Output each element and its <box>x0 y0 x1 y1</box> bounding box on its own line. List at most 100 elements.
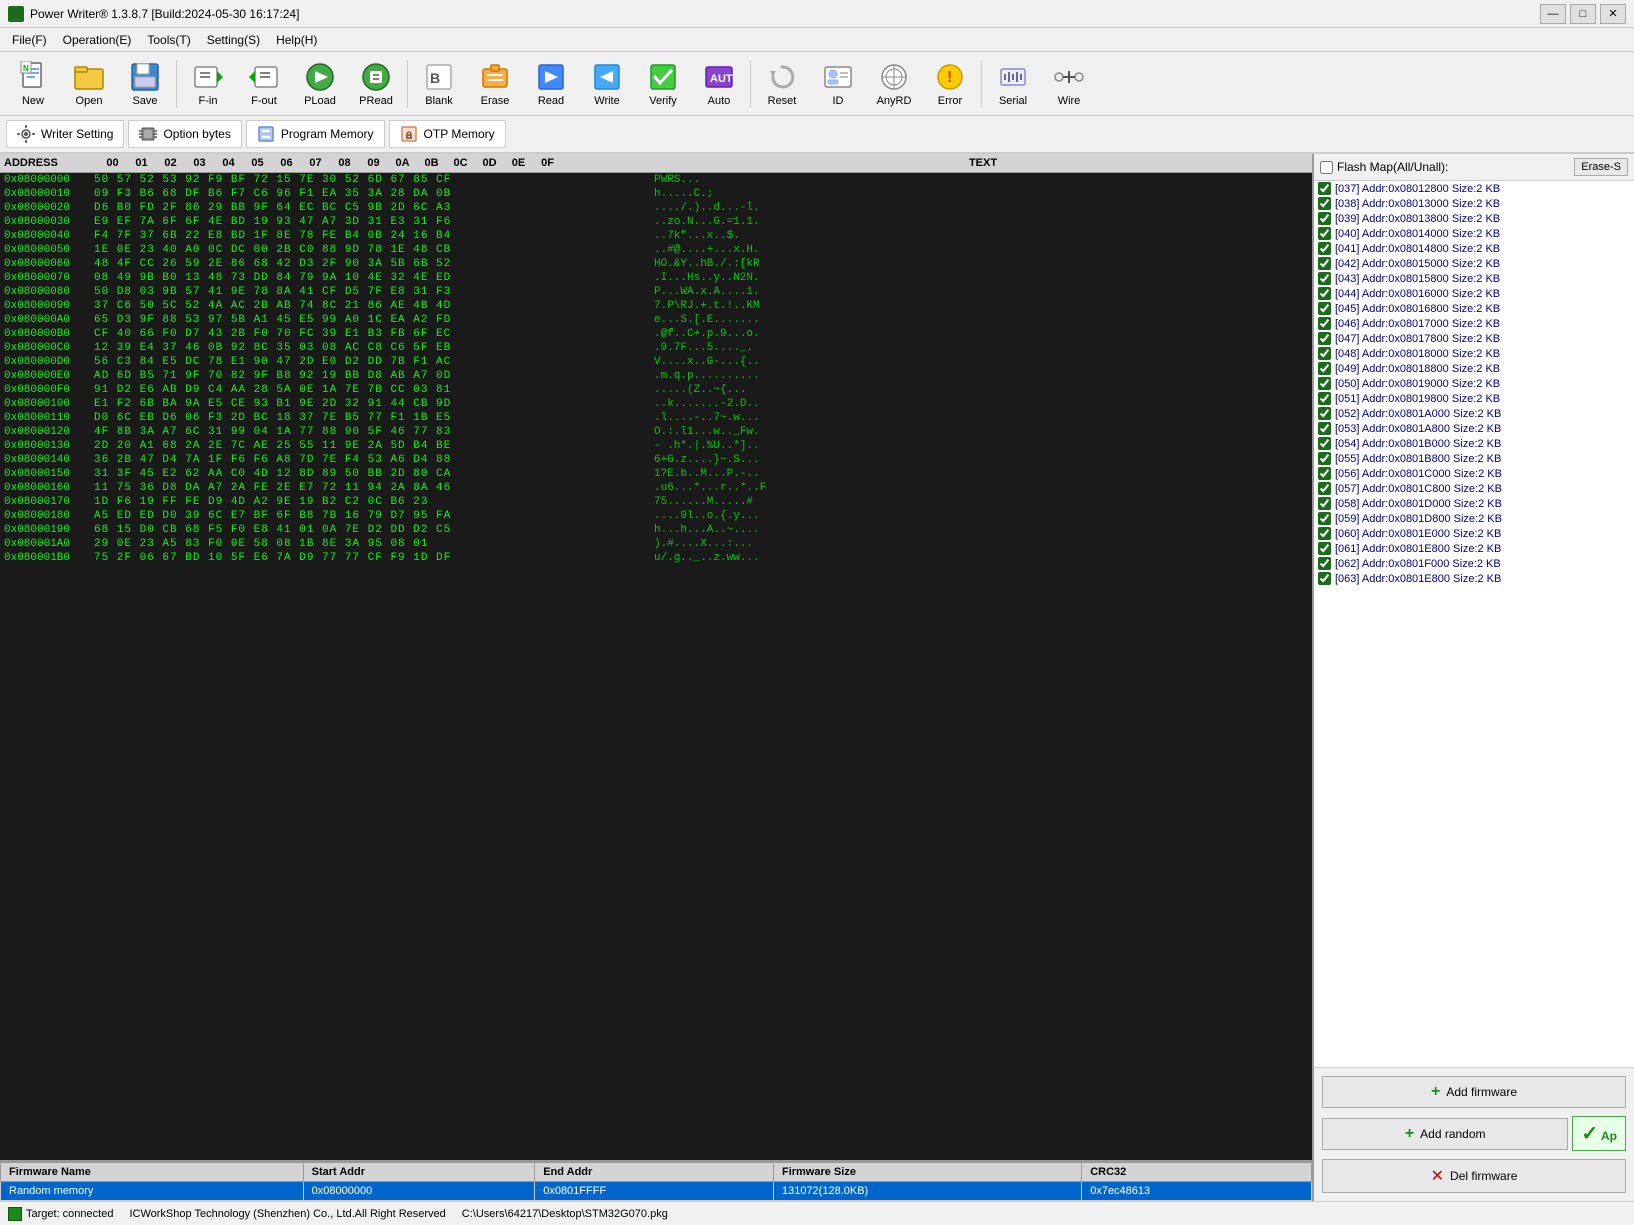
id-button[interactable]: ID <box>811 56 865 112</box>
flash-item-checkbox[interactable] <box>1318 392 1331 405</box>
flash-item-checkbox[interactable] <box>1318 377 1331 390</box>
flash-item-checkbox[interactable] <box>1318 182 1331 195</box>
flash-item[interactable]: [039] Addr:0x08013800 Size:2 KB <box>1314 211 1634 226</box>
menu-operation[interactable]: Operation(E) <box>55 31 140 49</box>
hex-row[interactable]: 0x0800001009 F3 B6 68 DF B6 F7 C6 96 F1 … <box>0 187 1312 201</box>
flash-item-checkbox[interactable] <box>1318 197 1331 210</box>
hex-row[interactable]: 0x080001A029 0E 23 A5 83 F0 0E 58 08 1B … <box>0 537 1312 551</box>
flash-item[interactable]: [046] Addr:0x08017000 Size:2 KB <box>1314 316 1634 331</box>
flash-item[interactable]: [061] Addr:0x0801E800 Size:2 KB <box>1314 541 1634 556</box>
program-memory-button[interactable]: Program Memory <box>246 120 385 148</box>
hex-row[interactable]: 0x080000B0CF 40 66 F0 D7 43 2B F0 70 FC … <box>0 327 1312 341</box>
flash-item-checkbox[interactable] <box>1318 542 1331 555</box>
hex-row[interactable]: 0x08000020D6 B0 FD 2F 86 29 BB 9F 64 EC … <box>0 201 1312 215</box>
del-firmware-button[interactable]: ✕ Del firmware <box>1322 1159 1626 1193</box>
flash-item[interactable]: [038] Addr:0x08013000 Size:2 KB <box>1314 196 1634 211</box>
flash-item[interactable]: [040] Addr:0x08014000 Size:2 KB <box>1314 226 1634 241</box>
flash-item-checkbox[interactable] <box>1318 452 1331 465</box>
fout-button[interactable]: F-out <box>237 56 291 112</box>
read-button[interactable]: Read <box>524 56 578 112</box>
menu-file[interactable]: File(F) <box>4 31 55 49</box>
hex-row[interactable]: 0x080001204F 8B 3A A7 6C 31 99 04 1A 77 … <box>0 425 1312 439</box>
flash-item[interactable]: [054] Addr:0x0801B000 Size:2 KB <box>1314 436 1634 451</box>
flash-item-checkbox[interactable] <box>1318 527 1331 540</box>
hex-row[interactable]: 0x08000180A5 ED ED D0 39 6C E7 BF 6F B8 … <box>0 509 1312 523</box>
flash-item-checkbox[interactable] <box>1318 362 1331 375</box>
hex-row[interactable]: 0x0800007008 49 9B B0 13 48 73 DD 84 79 … <box>0 271 1312 285</box>
flash-item-checkbox[interactable] <box>1318 407 1331 420</box>
flash-item-checkbox[interactable] <box>1318 302 1331 315</box>
hex-row[interactable]: 0x08000100E1 F2 6B BA 9A E5 CE 93 B1 9E … <box>0 397 1312 411</box>
close-button[interactable]: ✕ <box>1600 4 1626 24</box>
verify-button[interactable]: Verify <box>636 56 690 112</box>
flash-item[interactable]: [041] Addr:0x08014800 Size:2 KB <box>1314 241 1634 256</box>
flash-item[interactable]: [044] Addr:0x08016000 Size:2 KB <box>1314 286 1634 301</box>
flash-item[interactable]: [055] Addr:0x0801B800 Size:2 KB <box>1314 451 1634 466</box>
flash-item[interactable]: [048] Addr:0x08018000 Size:2 KB <box>1314 346 1634 361</box>
flash-item-checkbox[interactable] <box>1318 557 1331 570</box>
hex-row[interactable]: 0x080000501E 0E 23 40 A0 0C DC 00 2B C0 … <box>0 243 1312 257</box>
flash-item[interactable]: [056] Addr:0x0801C000 Size:2 KB <box>1314 466 1634 481</box>
blank-button[interactable]: B Blank <box>412 56 466 112</box>
new-button[interactable]: N New <box>6 56 60 112</box>
flash-item[interactable]: [047] Addr:0x08017800 Size:2 KB <box>1314 331 1634 346</box>
flash-item-checkbox[interactable] <box>1318 437 1331 450</box>
flash-item[interactable]: [043] Addr:0x08015800 Size:2 KB <box>1314 271 1634 286</box>
flash-item-checkbox[interactable] <box>1318 287 1331 300</box>
flash-item[interactable]: [058] Addr:0x0801D000 Size:2 KB <box>1314 496 1634 511</box>
hex-row[interactable]: 0x0800000050 57 52 53 92 F9 BF 72 15 7E … <box>0 173 1312 187</box>
option-bytes-button[interactable]: Option bytes <box>128 120 241 148</box>
flash-item-checkbox[interactable] <box>1318 482 1331 495</box>
flash-item[interactable]: [052] Addr:0x0801A000 Size:2 KB <box>1314 406 1634 421</box>
flash-item[interactable]: [059] Addr:0x0801D800 Size:2 KB <box>1314 511 1634 526</box>
flash-item[interactable]: [042] Addr:0x08015000 Size:2 KB <box>1314 256 1634 271</box>
flash-map-list[interactable]: [037] Addr:0x08012800 Size:2 KB[038] Add… <box>1314 181 1634 1068</box>
apply-button[interactable]: ✓ Ap <box>1572 1116 1626 1151</box>
flash-item[interactable]: [051] Addr:0x08019800 Size:2 KB <box>1314 391 1634 406</box>
hex-row[interactable]: 0x080001B075 2F 06 67 BD 10 5F E6 7A D9 … <box>0 551 1312 565</box>
menu-help[interactable]: Help(H) <box>268 31 325 49</box>
flash-item[interactable]: [037] Addr:0x08012800 Size:2 KB <box>1314 181 1634 196</box>
flash-item[interactable]: [045] Addr:0x08016800 Size:2 KB <box>1314 301 1634 316</box>
flash-item-checkbox[interactable] <box>1318 332 1331 345</box>
hex-row[interactable]: 0x080000E0AD 6D B5 71 9F 70 82 9F B8 92 … <box>0 369 1312 383</box>
hex-row[interactable]: 0x080000D056 C3 84 E5 DC 78 E1 90 47 2D … <box>0 355 1312 369</box>
hex-row[interactable]: 0x080000A065 D3 9F 88 53 97 5B A1 45 E5 … <box>0 313 1312 327</box>
flash-map-all-checkbox[interactable] <box>1320 161 1333 174</box>
hex-row[interactable]: 0x080000C012 39 E4 37 46 0B 92 8C 35 03 … <box>0 341 1312 355</box>
flash-item[interactable]: [063] Addr:0x0801E800 Size:2 KB <box>1314 571 1634 586</box>
flash-item[interactable]: [057] Addr:0x0801C800 Size:2 KB <box>1314 481 1634 496</box>
flash-item[interactable]: [053] Addr:0x0801A800 Size:2 KB <box>1314 421 1634 436</box>
flash-item-checkbox[interactable] <box>1318 572 1331 585</box>
hex-row[interactable]: 0x080001302D 20 A1 68 2A 2E 7C AE 25 55 … <box>0 439 1312 453</box>
flash-item-checkbox[interactable] <box>1318 422 1331 435</box>
menu-tools[interactable]: Tools(T) <box>139 31 198 49</box>
flash-item[interactable]: [060] Addr:0x0801E000 Size:2 KB <box>1314 526 1634 541</box>
auto-button[interactable]: AUTO Auto <box>692 56 746 112</box>
pload-button[interactable]: PLoad <box>293 56 347 112</box>
flash-item-checkbox[interactable] <box>1318 497 1331 510</box>
anyrd-button[interactable]: AnyRD <box>867 56 921 112</box>
erase-button[interactable]: Erase <box>468 56 522 112</box>
flash-item-checkbox[interactable] <box>1318 212 1331 225</box>
add-firmware-button[interactable]: + Add firmware <box>1322 1076 1626 1108</box>
flash-item-checkbox[interactable] <box>1318 317 1331 330</box>
save-button[interactable]: Save <box>118 56 172 112</box>
maximize-button[interactable]: □ <box>1570 4 1596 24</box>
write-button[interactable]: Write <box>580 56 634 112</box>
flash-item-checkbox[interactable] <box>1318 512 1331 525</box>
serial-button[interactable]: Serial <box>986 56 1040 112</box>
firmware-row[interactable]: Random memory0x080000000x0801FFFF131072(… <box>1 1182 1312 1201</box>
writer-setting-button[interactable]: Writer Setting <box>6 120 124 148</box>
flash-item-checkbox[interactable] <box>1318 257 1331 270</box>
error-button[interactable]: ! Error <box>923 56 977 112</box>
flash-item-checkbox[interactable] <box>1318 242 1331 255</box>
hex-row[interactable]: 0x08000030E9 EF 7A 6F 6F 4E BD 19 93 47 … <box>0 215 1312 229</box>
hex-row[interactable]: 0x0800008050 D8 03 9B 57 41 9E 78 8A 41 … <box>0 285 1312 299</box>
menu-setting[interactable]: Setting(S) <box>199 31 268 49</box>
hex-row[interactable]: 0x080000F091 D2 E6 AB D9 C4 AA 28 5A 0E … <box>0 383 1312 397</box>
flash-item-checkbox[interactable] <box>1318 347 1331 360</box>
flash-item[interactable]: [050] Addr:0x08019000 Size:2 KB <box>1314 376 1634 391</box>
pread-button[interactable]: PRead <box>349 56 403 112</box>
flash-item-checkbox[interactable] <box>1318 227 1331 240</box>
